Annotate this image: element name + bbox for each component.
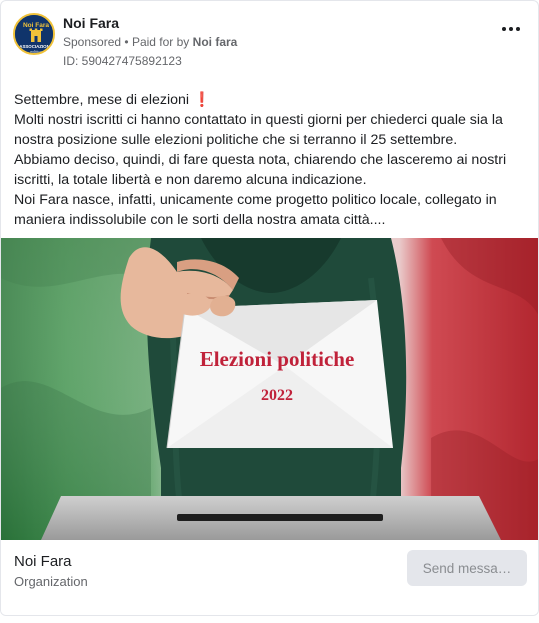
page-name[interactable]: Noi Fara (63, 15, 119, 31)
paid-by: Noi fara (192, 35, 238, 49)
post-text-para2: Abbiamo deciso, quindi, di fare questa n… (14, 152, 507, 188)
association-logo-icon: Noi Fara ASSOCIAZIONE politica (15, 15, 53, 54)
page-avatar[interactable]: Noi Fara ASSOCIAZIONE politica (13, 13, 55, 55)
ad-card: Noi Fara ASSOCIAZIONE politica Noi Fara … (0, 0, 539, 616)
ad-image[interactable]: Elezioni politiche 2022 (1, 238, 538, 540)
envelope-year: 2022 (261, 387, 293, 404)
ballot-image: Elezioni politiche 2022 (1, 238, 538, 540)
post-text-line1: Settembre, mese di elezioni ❗ (14, 92, 211, 108)
avatar-bottom-text: ASSOCIAZIONE (19, 44, 52, 49)
footer-page-name[interactable]: Noi Fara (14, 553, 72, 570)
post-text-para3: Noi Fara nasce, infatti, unicamente come… (14, 192, 497, 228)
avatar-sub-text: politica (29, 50, 42, 54)
paid-prefix: Paid for by (131, 35, 190, 49)
separator-dot: • (124, 35, 129, 49)
sponsored-line: Sponsored • Paid for by Noi fara (63, 35, 237, 49)
ballot-envelope: Elezioni politiche 2022 (166, 300, 393, 449)
post-text-para1: Molti nostri iscritti ci hanno contattat… (14, 112, 503, 148)
ballot-slot (177, 514, 383, 521)
footer-category: Organization (14, 574, 88, 589)
more-options-icon[interactable] (498, 19, 524, 39)
ad-id: ID: 590427475892123 (63, 54, 182, 68)
post-text: Settembre, mese di elezioni ❗ Molti nost… (14, 90, 524, 230)
avatar-top-text: Noi Fara (23, 22, 49, 29)
ad-footer: Noi Fara Organization Send messa… (1, 540, 538, 615)
send-message-button[interactable]: Send messa… (407, 550, 527, 586)
sponsored-label: Sponsored (63, 35, 122, 49)
envelope-title: Elezioni politiche (200, 347, 355, 371)
exclamation-icon: ❗ (193, 92, 211, 108)
post-header: Noi Fara ASSOCIAZIONE politica Noi Fara … (13, 13, 526, 71)
